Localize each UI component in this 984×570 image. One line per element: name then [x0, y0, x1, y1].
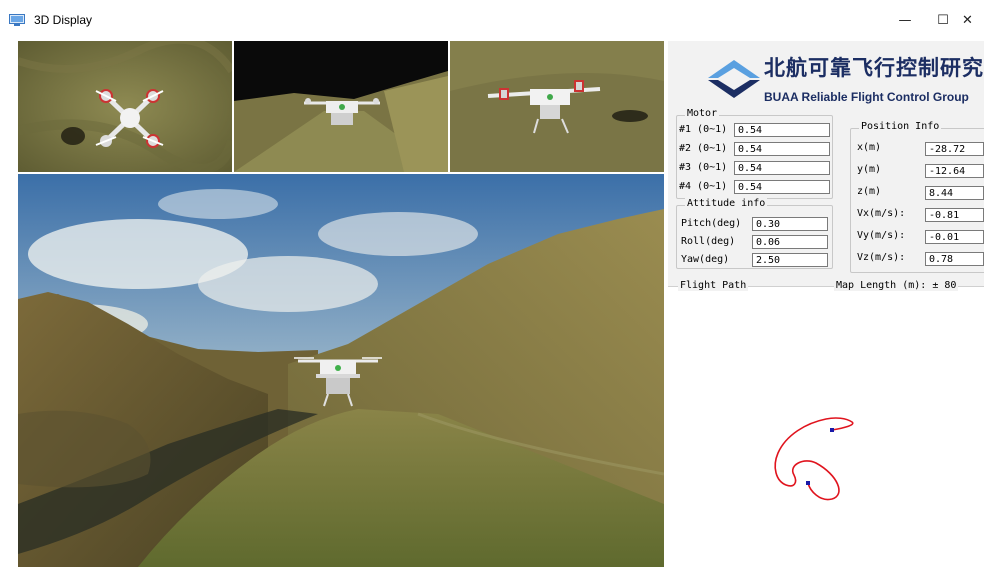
logo-chinese-text: 北航可靠飞行控制研究组 [764, 56, 984, 80]
vy-label: Vy(m/s): [857, 230, 906, 241]
z-field[interactable] [925, 186, 984, 200]
motor-1-field[interactable] [734, 123, 830, 137]
motor-1-label: #1 (0~1) [679, 124, 728, 135]
motor-4-label: #4 (0~1) [679, 181, 728, 192]
z-label: z(m) [857, 186, 882, 197]
flight-path-line [774, 417, 854, 501]
minimize-icon: — [898, 12, 912, 28]
vz-label: Vz(m/s): [857, 252, 906, 263]
roll-label: Roll(deg) [681, 236, 736, 247]
chevron-logo-icon [708, 60, 760, 98]
chase-camera-view[interactable] [234, 41, 448, 172]
motor-2-field[interactable] [734, 142, 830, 156]
pitch-label: Pitch(deg) [681, 218, 742, 229]
side-scene [450, 41, 664, 172]
pitch-field[interactable] [752, 217, 828, 231]
top-down-camera-view[interactable] [18, 41, 232, 172]
vy-field[interactable] [925, 230, 984, 244]
3d-display-window-icon [9, 14, 25, 26]
path-end-marker [830, 428, 834, 432]
x-label: x(m) [857, 142, 882, 153]
main-3d-view[interactable] [18, 174, 664, 567]
minimize-button[interactable]: — [888, 6, 922, 34]
y-label: y(m) [857, 164, 882, 175]
top-down-scene [18, 41, 232, 172]
vx-label: Vx(m/s): [857, 208, 906, 219]
logo: 北航可靠飞行控制研究组 BUAA Reliable Flight Control… [706, 50, 984, 110]
motor-3-field[interactable] [734, 161, 830, 175]
logo-english-text: BUAA Reliable Flight Control Group [764, 90, 969, 104]
side-camera-view[interactable] [450, 41, 664, 172]
position-group-title: Position Info [859, 121, 942, 132]
motor-3-label: #3 (0~1) [679, 162, 728, 173]
maximize-button[interactable]: ☐ [926, 6, 960, 34]
main-canyon-scene [18, 174, 664, 567]
close-button[interactable]: ✕ [962, 6, 984, 34]
y-field[interactable] [925, 164, 984, 178]
motor-4-field[interactable] [734, 180, 830, 194]
window-title: 3D Display [34, 13, 93, 27]
x-field[interactable] [925, 142, 984, 156]
motor-group-title: Motor [685, 108, 720, 119]
vz-field[interactable] [925, 252, 984, 266]
yaw-field[interactable] [752, 253, 828, 267]
window-titlebar: 3D Display — ☐ ✕ [0, 0, 984, 40]
yaw-label: Yaw(deg) [681, 254, 730, 265]
flight-path-label: Flight Path [678, 280, 749, 291]
roll-field[interactable] [752, 235, 828, 249]
vx-field[interactable] [925, 208, 984, 222]
flight-path-plot [774, 417, 854, 501]
flight-path-canvas[interactable] [668, 285, 984, 567]
chase-scene [234, 41, 448, 172]
attitude-group-title: Attitude info [685, 198, 768, 209]
motor-2-label: #2 (0~1) [679, 143, 728, 154]
close-icon: ✕ [962, 12, 973, 28]
path-start-marker [806, 481, 810, 485]
maximize-icon: ☐ [937, 12, 949, 28]
map-length-label: Map Length (m): ± 80 [834, 280, 959, 291]
